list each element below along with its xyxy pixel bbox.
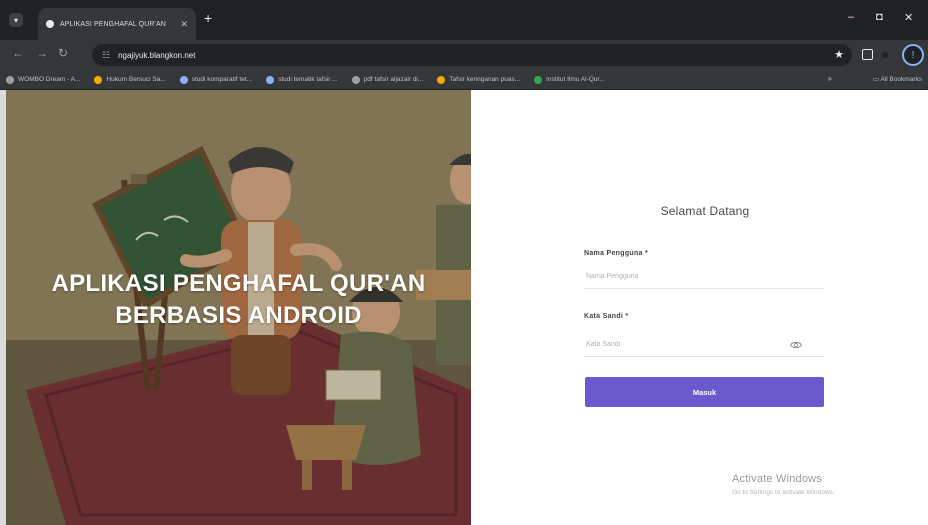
watermark-line-2: Go to Settings to activate Windows. xyxy=(732,489,835,496)
welcome-heading: Selamat Datang xyxy=(660,204,750,218)
bookmark-star-icon[interactable]: ★ xyxy=(834,48,844,61)
bookmark-label: pdf tafsir aljazair di... xyxy=(363,76,424,83)
bookmark-label: Tafsir keringanan puas... xyxy=(449,76,521,83)
tab-title: APLIKASI PENGHAFAL QUR'AN xyxy=(60,20,166,28)
username-label: Nama Pengguna * xyxy=(584,250,649,257)
login-button[interactable]: Masuk xyxy=(585,377,824,407)
address-bar[interactable]: ☷ ngajiyuk.blangkon.net ★ xyxy=(92,44,852,66)
page-content: APLIKASI PENGHAFAL QUR'AN BERBASIS ANDRO… xyxy=(0,90,928,525)
bookmark-favicon-icon xyxy=(437,75,446,84)
bookmark-item[interactable]: WOMBO Dream - A... xyxy=(6,75,81,84)
tab-favicon-icon xyxy=(46,20,54,28)
show-password-icon[interactable] xyxy=(790,339,802,351)
hero-title: APLIKASI PENGHAFAL QUR'AN BERBASIS ANDRO… xyxy=(6,268,471,332)
bookmark-label: studi komparatif tet... xyxy=(191,76,253,83)
bookmark-favicon-icon xyxy=(179,75,188,84)
browser-tab-bar: ▾ APLIKASI PENGHAFAL QUR'AN ✕ + – ◘ ✕ xyxy=(0,0,928,40)
login-panel: Selamat Datang Nama Pengguna * Kata Sand… xyxy=(472,90,928,525)
tab-search-button[interactable]: ▾ xyxy=(9,13,23,27)
username-input[interactable] xyxy=(586,273,786,280)
extensions-icon[interactable] xyxy=(862,49,873,60)
password-field-wrapper xyxy=(584,333,824,357)
bookmark-favicon-icon xyxy=(266,75,275,84)
bookmark-item[interactable]: studi komparatif tet... xyxy=(179,75,253,84)
profile-avatar[interactable]: ! xyxy=(902,44,924,66)
hero-title-line-1: APLIKASI PENGHAFAL QUR'AN xyxy=(51,270,426,297)
bookmark-label: Hukum Bersuci Sa... xyxy=(106,76,166,83)
bookmark-favicon-icon xyxy=(94,75,103,84)
new-tab-button[interactable]: + xyxy=(204,11,212,25)
bookmark-favicon-icon xyxy=(351,75,360,84)
back-icon[interactable]: ← xyxy=(12,46,24,60)
bookmark-label: Institut Ilmu Al-Qur... xyxy=(546,76,605,83)
separator-dot-icon xyxy=(882,52,888,58)
url-text: ngajiyuk.blangkon.net xyxy=(118,50,196,60)
browser-toolbar: ← → ↻ ☷ ngajiyuk.blangkon.net ★ ! xyxy=(0,40,928,70)
all-bookmarks-label: All Bookmarks xyxy=(880,76,922,83)
bookmark-item[interactable]: Hukum Bersuci Sa... xyxy=(94,75,166,84)
watermark-line-1: Activate Windows xyxy=(732,473,823,485)
hero-banner: APLIKASI PENGHAFAL QUR'AN BERBASIS ANDRO… xyxy=(6,90,471,525)
password-label: Kata Sandi * xyxy=(584,313,629,320)
bookmarks-bar: WOMBO Dream - A... Hukum Bersuci Sa... s… xyxy=(0,70,928,90)
more-bookmarks-button[interactable]: » xyxy=(828,74,832,83)
all-bookmarks-button[interactable]: ▭ All Bookmarks xyxy=(873,75,922,83)
bookmark-item[interactable]: studi tematik tafsir ... xyxy=(266,75,338,84)
browser-tab[interactable]: APLIKASI PENGHAFAL QUR'AN ✕ xyxy=(38,8,196,40)
bookmark-item[interactable]: Tafsir keringanan puas... xyxy=(437,75,521,84)
bookmark-label: studi tematik tafsir ... xyxy=(278,76,338,83)
password-input[interactable] xyxy=(586,341,786,348)
bookmark-favicon-icon xyxy=(534,75,543,84)
close-window-icon[interactable]: ✕ xyxy=(904,11,913,24)
username-field-wrapper xyxy=(584,265,824,289)
bookmark-label: WOMBO Dream - A... xyxy=(18,76,81,83)
hero-title-line-2: BERBASIS ANDROID xyxy=(115,302,362,329)
activate-windows-watermark: Activate Windows Go to Settings to activ… xyxy=(732,473,835,496)
reload-icon[interactable]: ↻ xyxy=(58,46,68,60)
tab-close-icon[interactable]: ✕ xyxy=(180,19,188,30)
site-info-icon[interactable]: ☷ xyxy=(102,50,110,61)
bookmark-item[interactable]: Institut Ilmu Al-Qur... xyxy=(534,75,605,84)
bookmark-item[interactable]: pdf tafsir aljazair di... xyxy=(351,75,424,84)
maximize-icon[interactable]: ◘ xyxy=(876,11,883,23)
forward-icon[interactable]: → xyxy=(36,46,48,60)
bookmark-favicon-icon xyxy=(6,75,14,84)
minimize-icon[interactable]: – xyxy=(848,11,854,23)
